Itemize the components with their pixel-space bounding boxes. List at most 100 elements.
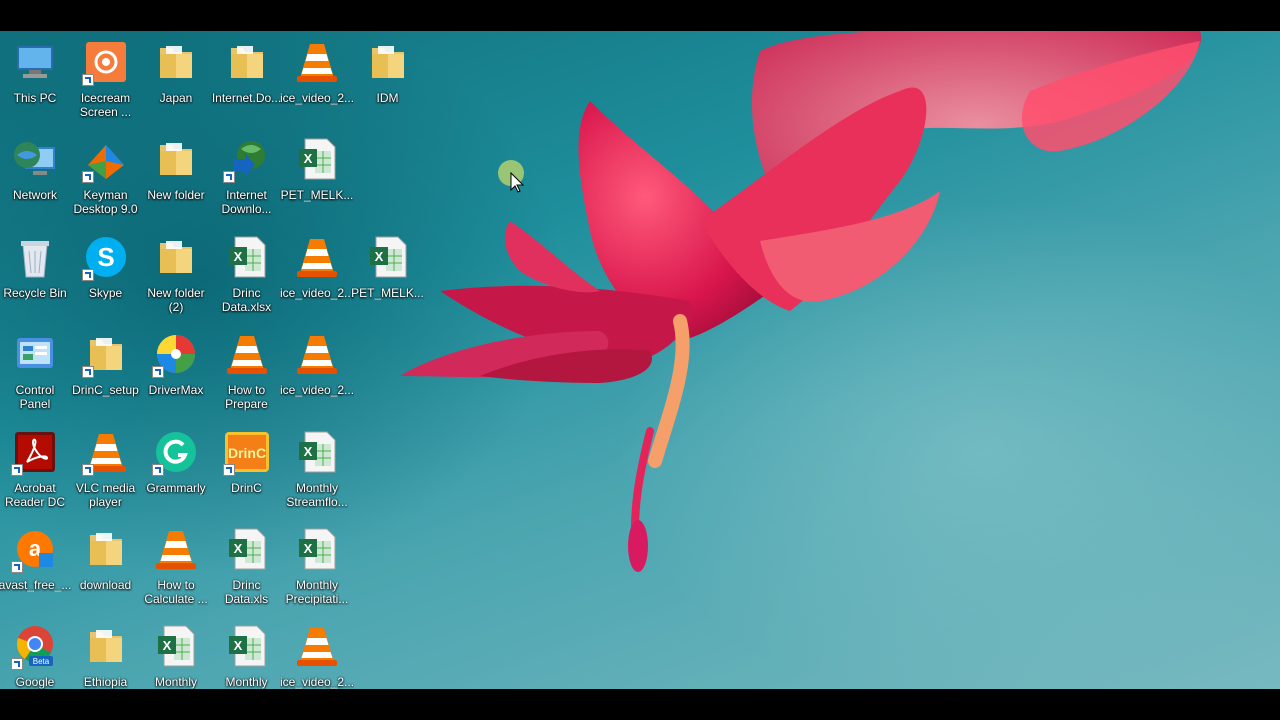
- keyman-icon: [81, 135, 130, 184]
- folder-icon: [81, 330, 130, 379]
- desktop-icon-label: Japan: [159, 91, 193, 105]
- desktop-icon-label: avast_free_...: [0, 578, 72, 592]
- desktop-icon-label: Skype: [88, 285, 123, 300]
- desktop-icon[interactable]: Recycle Bin: [1, 233, 69, 323]
- svg-text:X: X: [163, 638, 172, 653]
- shortcut-arrow-icon: [81, 74, 94, 86]
- desktop-icon-label: IDM: [376, 91, 399, 105]
- svg-text:X: X: [233, 249, 242, 264]
- desktop-icon[interactable]: DrinC DrinC: [213, 428, 281, 518]
- excel-file-icon: X: [223, 233, 271, 281]
- acrobat-icon: [11, 428, 59, 476]
- svg-text:X: X: [304, 541, 313, 556]
- mouse-cursor-icon: [498, 160, 525, 193]
- desktop-icon[interactable]: How to Prepare Dat...: [213, 330, 281, 420]
- desktop-icon[interactable]: Acrobat Reader DC: [1, 428, 69, 518]
- desktop-icon[interactable]: Keyman Desktop 9.0: [72, 135, 140, 225]
- grammarly-icon: [152, 428, 200, 476]
- excel-file-icon: X: [293, 135, 341, 183]
- desktop-icon[interactable]: download: [72, 525, 140, 615]
- desktop-icon[interactable]: a avast_free_...: [0, 525, 72, 615]
- desktop[interactable]: This PC Icecream Screen ... Japan Internet.…: [0, 31, 1280, 689]
- desktop-icon-label: Icecream Screen ...: [79, 91, 132, 119]
- excel-file-icon: X: [223, 525, 271, 573]
- desktop-icon-label: How to Prepare Dat...: [225, 383, 268, 412]
- excel-file-icon: X: [293, 525, 341, 573]
- shortcut-arrow-icon: [81, 366, 94, 379]
- screen: This PC Icecream Screen ... Japan Internet.…: [0, 0, 1280, 720]
- desktop-icon[interactable]: VLC media player: [72, 428, 140, 518]
- desktop-icon[interactable]: X PET_MELK...: [280, 135, 354, 225]
- desktop-icon[interactable]: Network: [1, 135, 69, 225]
- folder-icon: [82, 622, 130, 670]
- desktop-icon-label: Monthly Streamflo...: [286, 480, 348, 509]
- desktop-icon[interactable]: X Monthly Streamflo...: [283, 428, 351, 518]
- desktop-icon-label: ice_video_2...: [280, 675, 354, 689]
- desktop-icon[interactable]: X Monthly Mean M...: [142, 622, 210, 689]
- desktop-icon[interactable]: Beta Google Chrome Beta: [1, 622, 69, 689]
- desktop-icon[interactable]: Internet Downlo...: [213, 135, 281, 225]
- shortcut-arrow-icon: [222, 463, 235, 476]
- desktop-icon-label: ice_video_2...: [280, 91, 354, 105]
- svg-text:X: X: [233, 638, 242, 653]
- desktop-icon[interactable]: Grammarly: [142, 428, 210, 518]
- drinc-icon: DrinC: [222, 428, 271, 476]
- computer-icon: [11, 38, 59, 86]
- desktop-icon[interactable]: Internet.Do...: [211, 38, 282, 128]
- desktop-icon-label: Keyman Desktop 9.0: [73, 188, 138, 217]
- desktop-icon[interactable]: Ethiopia: [72, 622, 140, 689]
- drivermax-icon: [152, 330, 200, 379]
- desktop-icon-label: Grammarly: [146, 480, 206, 495]
- excel-file-icon: X: [293, 428, 341, 476]
- desktop-icon-label: VLC media player: [75, 480, 136, 509]
- excel-file-icon: X: [364, 233, 412, 281]
- desktop-icon-label: Recycle Bin: [3, 285, 67, 300]
- desktop-icon[interactable]: Control Panel: [1, 330, 69, 420]
- desktop-icon[interactable]: Icecream Screen ...: [72, 38, 140, 128]
- desktop-icon[interactable]: New folder: [142, 135, 210, 225]
- desktop-icon-label: Google Chrome Beta: [15, 675, 55, 689]
- folder-icon: [364, 38, 412, 86]
- desktop-icon[interactable]: X Monthly Precipitati...: [283, 525, 351, 615]
- desktop-icon-label: ice_video_2...: [280, 383, 354, 398]
- desktop-icon-label: Monthly Precipitati...: [285, 578, 349, 606]
- excel-file-icon: X: [152, 622, 200, 670]
- desktop-icon-label: Internet.Do...: [211, 91, 282, 105]
- vlc-file-icon: [293, 233, 341, 281]
- shortcut-arrow-icon: [11, 463, 23, 476]
- desktop-icon[interactable]: DrinC_setup: [72, 330, 140, 420]
- desktop-icon-label: DrinC: [231, 480, 262, 495]
- excel-file-icon: X: [223, 622, 271, 670]
- desktop-icon[interactable]: How to Calculate ...: [142, 525, 210, 615]
- shortcut-arrow-icon: [81, 268, 94, 281]
- desktop-icon[interactable]: X PET_MELK...: [351, 233, 424, 323]
- network-icon: [11, 135, 59, 183]
- desktop-icon-label: Monthly Mean M...: [154, 675, 198, 689]
- desktop-icon[interactable]: New folder (2): [142, 233, 210, 323]
- desktop-icon[interactable]: DriverMax: [142, 330, 210, 420]
- svg-text:Beta: Beta: [33, 657, 50, 666]
- desktop-icon-label: Drinc Data.xlsx: [221, 285, 272, 314]
- desktop-icon[interactable]: S Skype: [72, 233, 140, 323]
- desktop-icon[interactable]: ice_video_2...: [280, 622, 354, 689]
- desktop-icon-label: DrinC_setup: [72, 383, 139, 398]
- svg-text:X: X: [233, 541, 242, 556]
- desktop-icon[interactable]: This PC: [1, 38, 69, 128]
- desktop-icon[interactable]: ice_video_2...: [280, 233, 354, 323]
- desktop-icon-label: download: [79, 578, 132, 592]
- desktop-icon-label: DriverMax: [148, 383, 204, 398]
- idm-icon: [222, 135, 271, 184]
- icecream-recorder-icon: [81, 38, 130, 86]
- desktop-icon[interactable]: ice_video_2...: [280, 330, 354, 420]
- desktop-icon[interactable]: X Monthly Mean M...: [213, 622, 281, 689]
- desktop-icon[interactable]: X Drinc Data.xlsx: [213, 233, 281, 323]
- desktop-icon[interactable]: ice_video_2...: [280, 38, 354, 128]
- desktop-icon[interactable]: X Drinc Data.xls: [213, 525, 281, 615]
- vlc-file-icon: [223, 330, 271, 378]
- desktop-icon[interactable]: IDM: [354, 38, 422, 128]
- desktop-icon-label: PET_MELK...: [280, 188, 354, 203]
- desktop-icon[interactable]: Japan: [142, 38, 210, 128]
- vlc-file-icon: [152, 525, 200, 573]
- desktop-icon-label: Ethiopia: [83, 675, 128, 689]
- folder-icon: [82, 525, 130, 573]
